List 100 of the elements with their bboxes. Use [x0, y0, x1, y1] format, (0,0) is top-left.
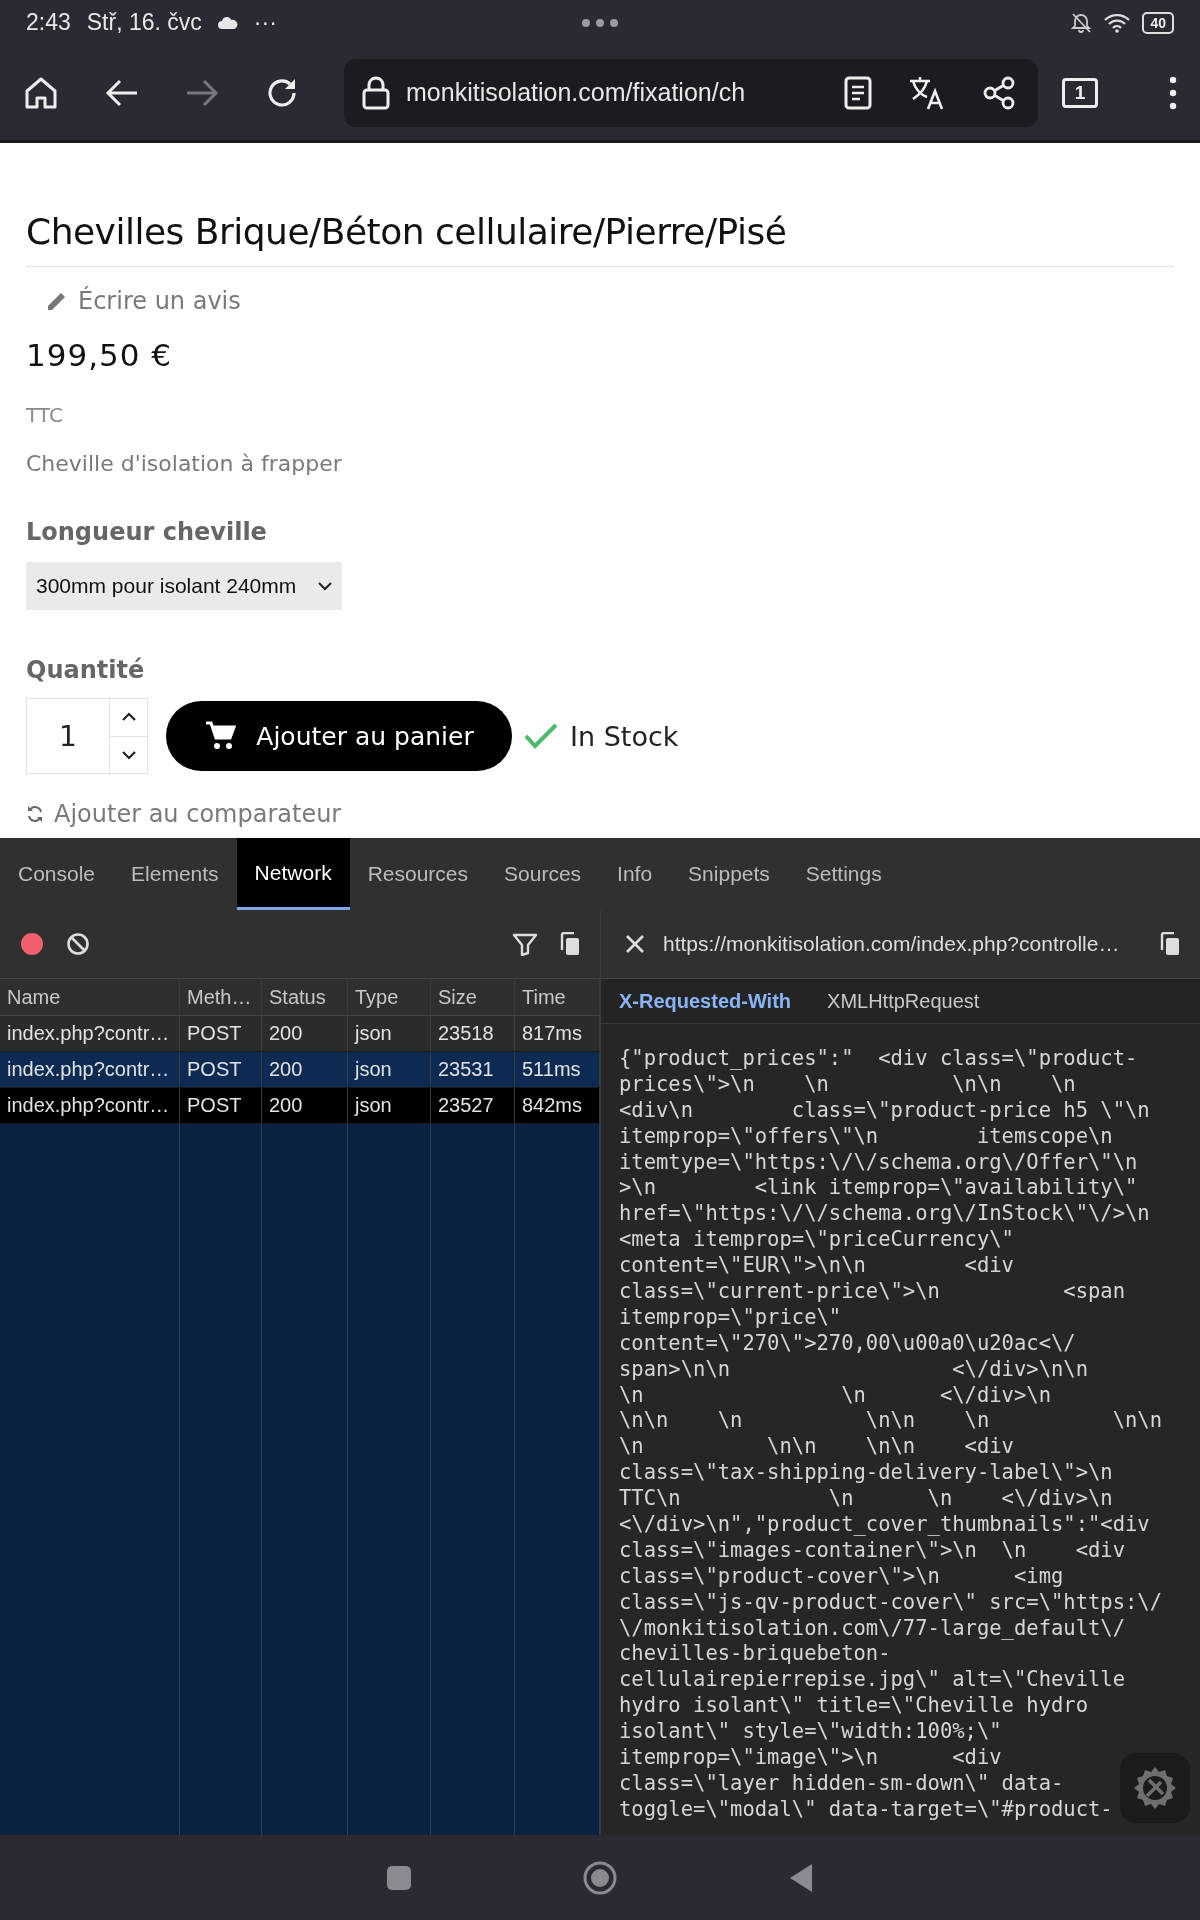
cart-icon — [204, 720, 237, 752]
response-line: <\/div>\n","product_cover_thumbnails":"<div — [619, 1512, 1150, 1538]
address-bar[interactable]: monkitisolation.com/fixation/ch — [344, 58, 1038, 127]
table-cell: 23527 — [431, 1088, 515, 1123]
column-header[interactable]: Status — [262, 979, 348, 1015]
table-cell: 842ms — [515, 1088, 600, 1123]
product-title: Chevilles Brique/Béton cellulaire/Pierre/Pisé — [26, 211, 1174, 267]
compare-link[interactable]: Ajouter au comparateur — [54, 800, 342, 828]
copy-icon[interactable] — [560, 932, 580, 956]
share-icon[interactable] — [982, 75, 1016, 110]
status-date: Stř, 16. čvc — [86, 9, 202, 36]
response-line: itemprop=\"offers\"\n itemscope\n — [619, 1123, 1113, 1150]
response-line: href=\"https:\/\/schema.org\/InStock\"\/>\n — [619, 1201, 1150, 1228]
chevron-up-icon — [120, 712, 137, 723]
devtools-tab[interactable]: Elements — [113, 838, 237, 910]
response-line: >\n <link itemprop=\"availability\" — [619, 1175, 1138, 1202]
quantity-label: Quantité — [26, 656, 146, 684]
request-row[interactable]: index.php?contr… POST 200 json 23531 511ms — [0, 1052, 600, 1088]
response-line: itemtype=\"https:\/\/schema.org\/Offer\"\n — [619, 1149, 1138, 1176]
back-triangle-icon[interactable] — [788, 1862, 815, 1893]
table-cell: 200 — [262, 1088, 348, 1123]
response-line: class=\"layer hidden-sm-down\" data- — [619, 1770, 1064, 1797]
response-line: class=\"images-container\">\n \n <div — [619, 1537, 1126, 1564]
recents-icon[interactable] — [385, 1864, 412, 1891]
checkmark-icon — [524, 723, 558, 749]
response-line: class=\"current-price\">\n <span — [619, 1279, 1126, 1305]
response-line: hydro isolant\" title=\"Cheville hydro — [619, 1693, 1088, 1720]
response-line: \/monkitisolation.com\/77-large_default\/ — [619, 1615, 1126, 1642]
add-to-cart-button[interactable]: Ajouter au panier — [166, 701, 512, 771]
table-cell: 200 — [262, 1052, 348, 1087]
product-price: 199,50 € — [26, 337, 174, 373]
pencil-icon — [46, 290, 68, 312]
response-line: <meta itemprop=\"priceCurrency\" — [619, 1227, 1014, 1254]
response-line: class=\"tax-shipping-delivery-label\">\n — [619, 1460, 1113, 1487]
url-text[interactable]: monkitisolation.com/fixation/ch — [406, 78, 822, 107]
devtools-tab[interactable]: Resources — [349, 838, 487, 910]
review-link[interactable]: Écrire un avis — [78, 287, 241, 315]
drag-handle-icon[interactable] — [581, 17, 619, 28]
close-icon[interactable] — [625, 934, 645, 954]
table-cell: 200 — [262, 1016, 348, 1051]
response-line: isolant\" style=\"width:100%;\" — [619, 1719, 1002, 1746]
devtools-gear-button[interactable] — [1120, 1753, 1190, 1823]
refresh-icon — [26, 804, 44, 824]
devtools-tab[interactable]: Settings — [787, 838, 900, 910]
table-cell: json — [348, 1016, 431, 1051]
column-header[interactable]: Meth… — [180, 979, 262, 1015]
response-line: \n\n \n \n\n \n \n\n — [619, 1408, 1163, 1435]
table-cell: 817ms — [515, 1016, 600, 1051]
devtools-tab[interactable]: Network — [236, 838, 350, 910]
header-name: X-Requested-With — [619, 989, 792, 1013]
devtools-tab[interactable]: Console — [0, 838, 114, 910]
header-value: XMLHttpRequest — [827, 989, 980, 1013]
table-cell: json — [348, 1052, 431, 1087]
table-cell: index.php?contr… — [0, 1016, 180, 1051]
cloud-icon — [217, 16, 238, 29]
response-line: <div\n class=\"product-price h5 \"\n — [619, 1097, 1150, 1124]
record-icon[interactable] — [20, 932, 44, 956]
table-cell: index.php?contr… — [0, 1088, 180, 1123]
table-cell: POST — [180, 1052, 262, 1087]
request-row[interactable]: index.php?contr… POST 200 json 23527 842ms — [0, 1088, 600, 1124]
response-line: itemprop=\"price\" — [619, 1304, 842, 1331]
copy-icon[interactable] — [1160, 932, 1180, 956]
column-header[interactable]: Name — [0, 979, 180, 1015]
battery-indicator: 40 — [1142, 11, 1174, 34]
devtools-tab[interactable]: Sources — [486, 838, 600, 910]
table-cell: 23518 — [431, 1016, 515, 1051]
length-dropdown[interactable]: 300mm pour isolant 240mm — [26, 562, 342, 610]
table-cell: 23531 — [431, 1052, 515, 1087]
response-line: class=\"product-cover\">\n <img — [619, 1563, 1064, 1590]
response-line: {"product_prices":" <div class=\"product- — [619, 1046, 1138, 1072]
home-circle-icon[interactable] — [583, 1860, 617, 1895]
forward-arrow-icon[interactable] — [184, 77, 220, 108]
response-line: TTC\n \n \n <\/div>\n — [619, 1486, 1113, 1513]
chevron-down-icon — [318, 581, 332, 591]
lock-icon — [362, 75, 390, 110]
table-cell: POST — [180, 1016, 262, 1051]
translate-icon[interactable] — [908, 74, 946, 111]
reader-mode-icon[interactable] — [844, 75, 872, 110]
devtools-tab[interactable]: Snippets — [670, 838, 788, 910]
availability-text: In Stock — [570, 720, 679, 752]
column-header[interactable]: Size — [431, 979, 515, 1015]
clear-icon[interactable] — [66, 932, 90, 956]
devtools-tab[interactable]: Info — [599, 838, 671, 910]
status-more: ··· — [253, 9, 277, 36]
column-header[interactable]: Time — [515, 979, 600, 1015]
table-cell: 511ms — [515, 1052, 600, 1087]
filter-icon[interactable] — [512, 932, 538, 956]
response-line: chevilles-briquebeton- — [619, 1641, 891, 1668]
status-time: 2:43 — [26, 9, 71, 36]
more-menu-icon[interactable] — [1168, 75, 1178, 110]
column-header[interactable]: Type — [348, 979, 431, 1015]
tab-count-button[interactable]: 1 — [1062, 77, 1098, 108]
request-row[interactable]: index.php?contr… POST 200 json 23518 817ms — [0, 1016, 600, 1052]
response-line: cellulairepierrepise.jpg\" alt=\"Cheville — [619, 1667, 1126, 1694]
muted-bell-icon — [1070, 11, 1093, 34]
back-arrow-icon[interactable] — [104, 77, 140, 108]
option-label: Longueur cheville — [26, 518, 268, 546]
response-line: prices\">\n \n \n\n \n — [619, 1071, 1076, 1098]
table-cell: POST — [180, 1088, 262, 1123]
response-line: itemprop=\"image\">\n <div — [619, 1745, 1002, 1771]
